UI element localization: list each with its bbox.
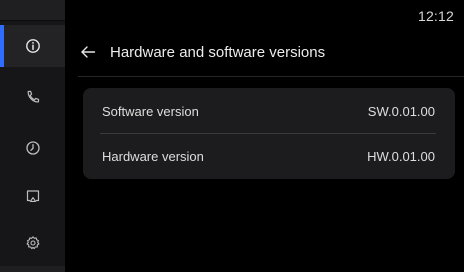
settings-screen: 12:12 Hardware and software versions Sof… <box>0 0 464 272</box>
sidebar <box>0 0 65 272</box>
hardware-version-row: Hardware version HW.0.01.00 <box>83 134 455 179</box>
sidebar-header <box>0 0 65 21</box>
hardware-version-label: Hardware version <box>102 149 204 164</box>
screen-cast-icon <box>26 190 39 202</box>
clock-icon <box>25 141 40 155</box>
sidebar-item-info[interactable] <box>0 25 65 67</box>
sidebar-item-history[interactable] <box>0 127 65 169</box>
software-version-row: Software version SW.0.01.00 <box>83 88 455 134</box>
phone-icon <box>27 90 39 103</box>
status-time: 12:12 <box>417 8 454 24</box>
sidebar-item-phone[interactable] <box>0 76 65 118</box>
header-divider <box>78 76 464 77</box>
arrow-left-icon <box>81 46 96 58</box>
info-icon <box>25 39 40 53</box>
software-version-value: SW.0.01.00 <box>367 103 435 119</box>
hardware-version-value: HW.0.01.00 <box>367 149 435 164</box>
back-button[interactable] <box>80 41 102 63</box>
sidebar-footer <box>0 266 65 272</box>
page-title: Hardware and software versions <box>110 43 326 61</box>
gear-icon <box>26 236 39 250</box>
sidebar-item-settings[interactable] <box>0 222 65 264</box>
page-header: Hardware and software versions <box>80 40 444 64</box>
sidebar-item-screen-cast[interactable] <box>0 175 65 217</box>
software-version-label: Software version <box>102 103 199 119</box>
